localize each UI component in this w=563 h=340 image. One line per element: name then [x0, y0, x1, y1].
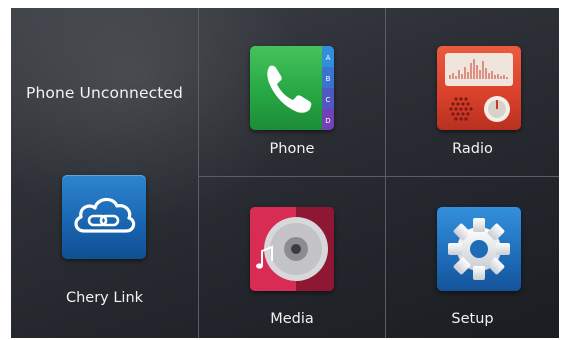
phone-index-c: C — [326, 96, 331, 104]
home-screen: Phone Unconnected Chery Link A B C D Pho… — [11, 8, 559, 338]
phone-app-button[interactable]: A B C D Phone — [199, 8, 385, 176]
gear-icon — [437, 207, 521, 291]
chery-link-label: Chery Link — [65, 290, 144, 306]
chery-link-button[interactable]: Chery Link — [11, 172, 198, 338]
phone-index-d: D — [325, 117, 330, 125]
phone-connection-status: Phone Unconnected — [26, 84, 183, 102]
radio-app-label: Radio — [452, 141, 493, 157]
cloud-link-icon — [62, 175, 146, 259]
radio-icon — [437, 46, 521, 130]
phone-index-a: A — [326, 54, 331, 62]
phone-handset-icon: A B C D — [250, 46, 334, 130]
phone-app-label: Phone — [269, 141, 315, 157]
media-app-button[interactable]: Media — [199, 177, 385, 338]
music-disc-icon — [250, 207, 334, 291]
setup-app-label: Setup — [451, 311, 494, 327]
connection-panel: Phone Unconnected Chery Link — [11, 8, 198, 338]
phone-index-b: B — [326, 75, 331, 83]
media-app-label: Media — [270, 311, 314, 327]
setup-app-button[interactable]: Setup — [386, 177, 559, 338]
radio-app-button[interactable]: Radio — [386, 8, 559, 176]
